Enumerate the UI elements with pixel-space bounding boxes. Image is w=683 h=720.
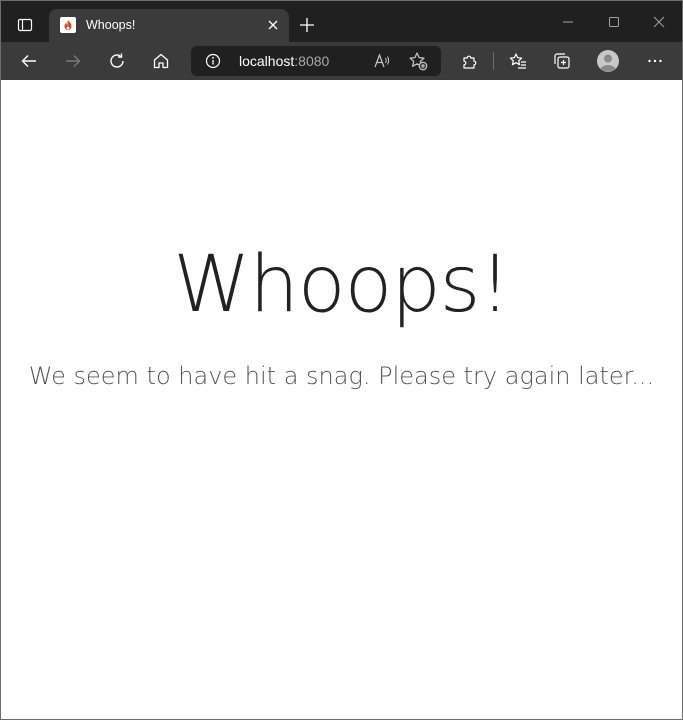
error-message: We seem to have hit a snag. Please try a… (28, 362, 655, 390)
more-icon (646, 52, 664, 70)
page-content: Whoops! We seem to have hit a snag. Plea… (1, 80, 682, 719)
site-info-icon[interactable] (205, 53, 221, 69)
avatar (596, 49, 620, 73)
maximize-icon (608, 16, 620, 28)
settings-menu-button[interactable] (640, 46, 670, 76)
tab-title: Whoops! (86, 18, 136, 32)
forward-button[interactable] (58, 46, 88, 76)
browser-window: Whoops! localhost:8080 Whoops! We seem t… (0, 0, 683, 720)
collections-icon (553, 52, 571, 70)
active-tab[interactable]: Whoops! (49, 9, 289, 42)
refresh-icon (108, 52, 126, 70)
url-port: :8080 (294, 53, 330, 69)
back-button[interactable] (14, 46, 44, 76)
tab-actions-button[interactable] (7, 9, 43, 41)
close-window-button[interactable] (644, 7, 674, 37)
refresh-button[interactable] (102, 46, 132, 76)
read-aloud-icon[interactable] (372, 51, 392, 71)
favorites-icon (509, 52, 527, 70)
toolbar-divider (493, 52, 494, 70)
extensions-button[interactable] (455, 46, 485, 76)
close-window-icon (653, 16, 665, 28)
home-button[interactable] (146, 46, 176, 76)
url-text[interactable]: localhost:8080 (239, 53, 329, 69)
maximize-button[interactable] (599, 7, 629, 37)
minimize-button[interactable] (553, 7, 583, 37)
url-host: localhost (239, 53, 295, 69)
back-arrow-icon (20, 52, 38, 70)
add-favorite-icon[interactable] (408, 51, 428, 71)
tab-close-button[interactable] (265, 17, 281, 33)
favorites-button[interactable] (503, 46, 533, 76)
address-bar[interactable]: localhost:8080 (191, 46, 441, 76)
minimize-icon (562, 16, 574, 28)
navigation-toolbar: localhost:8080 (1, 42, 682, 80)
close-icon (268, 20, 278, 30)
flame-icon (60, 17, 76, 33)
plus-icon (299, 17, 315, 33)
profile-button[interactable] (593, 46, 623, 76)
forward-arrow-icon (64, 52, 82, 70)
tab-actions-icon (17, 17, 33, 33)
new-tab-button[interactable] (295, 13, 319, 37)
tab-strip: Whoops! (1, 1, 682, 42)
puzzle-icon (461, 52, 479, 70)
collections-button[interactable] (547, 46, 577, 76)
home-icon (152, 52, 170, 70)
page-title: Whoops! (173, 240, 510, 330)
